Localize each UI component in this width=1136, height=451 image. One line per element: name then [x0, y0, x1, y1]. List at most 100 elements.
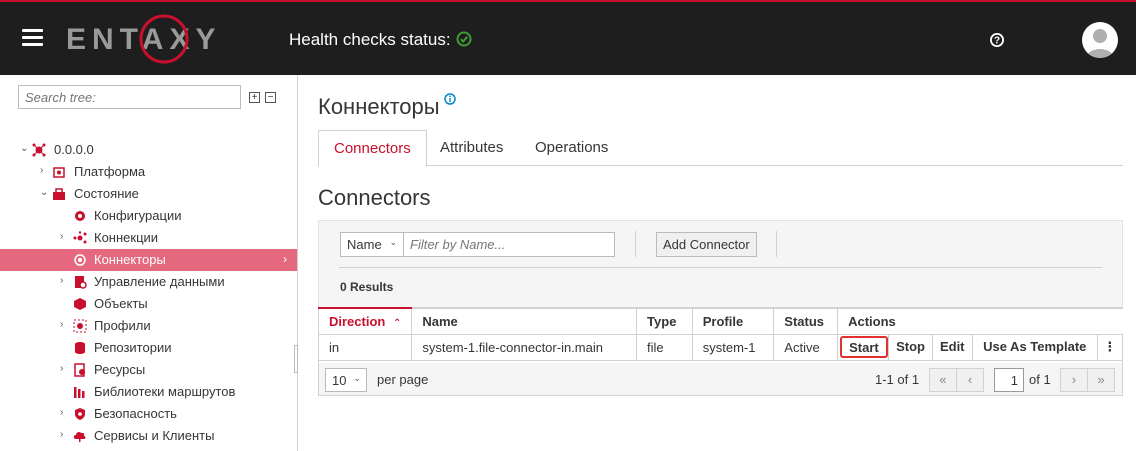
data-management-icon: [75, 276, 87, 289]
objects-icon: [74, 298, 86, 310]
toolbar-divider: [635, 231, 636, 257]
tree-item-platform[interactable]: › Платформа: [0, 161, 297, 183]
state-icon: [53, 188, 65, 200]
add-connector-button[interactable]: Add Connector: [656, 232, 757, 257]
row-kebab-menu[interactable]: ⋮: [1096, 333, 1124, 361]
tree-item-label: Ресурсы: [94, 362, 146, 377]
expand-all-button[interactable]: +: [249, 92, 260, 103]
tab-bar: Connectors Attributes Operations: [318, 130, 1123, 167]
last-page-button[interactable]: »: [1087, 368, 1115, 392]
chevron-right-icon[interactable]: ›: [60, 429, 70, 440]
chevron-down-icon: ⌄: [389, 237, 397, 247]
menu-toggle-button[interactable]: [22, 29, 43, 47]
cell-name: system-1.file-connector-in.main: [411, 333, 638, 361]
tree-item-route-libraries[interactable]: Библиотеки маршрутов: [0, 381, 297, 403]
connectors-icon: [74, 254, 86, 266]
kebab-icon: ⋮: [1103, 339, 1117, 354]
health-status-label: Health checks status:: [289, 30, 451, 49]
column-header-direction[interactable]: Direction ⌃: [317, 307, 413, 335]
column-header-status[interactable]: Status: [773, 307, 839, 335]
tree-item-label: Библиотеки маршрутов: [94, 384, 236, 399]
chevron-right-icon[interactable]: ›: [40, 165, 50, 176]
chevron-right-icon[interactable]: ›: [60, 275, 70, 286]
filter-field-select[interactable]: Name ⌄: [340, 232, 404, 257]
column-header-actions: Actions: [837, 307, 1123, 335]
tab-attributes[interactable]: Attributes: [425, 130, 518, 166]
chevron-right-icon[interactable]: ›: [60, 231, 70, 242]
filter-field-label: Name: [347, 237, 382, 252]
chevron-down-icon[interactable]: ⌄: [40, 187, 50, 198]
sidebar-resize-handle[interactable]: [294, 345, 298, 373]
search-tree-input[interactable]: [18, 85, 241, 109]
tree-item-security[interactable]: › Безопасность: [0, 403, 297, 425]
tree-item-profiles[interactable]: › Профили: [0, 315, 297, 337]
pagination-range: 1-1 of 1: [875, 372, 920, 387]
tree-item-label: Управление данными: [94, 274, 225, 289]
tree-item-configurations[interactable]: Конфигурации: [0, 205, 297, 227]
chevron-right-icon[interactable]: ›: [60, 407, 70, 418]
connections-icon: [73, 231, 87, 244]
collapse-all-button[interactable]: −: [265, 92, 276, 103]
cell-action-template: Use As Template: [971, 333, 1098, 361]
pagination-bar: 10 ⌄ per page 1-1 of 1 « ‹ 1 of 1 › »: [318, 363, 1123, 396]
chevron-down-icon: ⌄: [353, 373, 361, 383]
entaxy-logo[interactable]: ENTAXY: [66, 14, 226, 64]
cell-action-stop: Stop: [888, 333, 933, 361]
cell-status: Active: [773, 333, 839, 361]
profiles-icon: [73, 319, 87, 333]
check-circle-icon: [456, 31, 472, 47]
use-as-template-button[interactable]: Use As Template: [976, 336, 1093, 358]
shield-icon: [75, 408, 85, 420]
route-libraries-icon: [74, 387, 85, 398]
results-count: 0 Results: [340, 280, 394, 294]
filter-input[interactable]: [403, 232, 615, 257]
user-avatar[interactable]: [1082, 22, 1118, 58]
tree-item-services-clients[interactable]: › Сервисы и Клиенты: [0, 425, 297, 447]
tree-item-connectors[interactable]: Коннекторы ›: [0, 249, 297, 271]
start-button[interactable]: Start: [840, 336, 888, 358]
page-title: Коннекторы: [318, 94, 440, 119]
config-icon: [75, 211, 85, 221]
edit-button[interactable]: Edit: [933, 336, 972, 358]
tree-item-label: Объекты: [94, 296, 148, 311]
next-page-button[interactable]: ›: [1060, 368, 1088, 392]
chevron-right-icon: ›: [283, 252, 287, 266]
tree-item-label: Коннекции: [94, 230, 159, 245]
tree-item-state[interactable]: ⌄ Состояние: [0, 183, 297, 205]
section-title: Connectors: [318, 185, 431, 210]
help-icon[interactable]: ?: [989, 32, 1005, 48]
tree-item-data-management[interactable]: › Управление данными: [0, 271, 297, 293]
tree-item-resources[interactable]: › Ресурсы: [0, 359, 297, 381]
tree-item-root[interactable]: ⌄ 0.0.0.0: [0, 139, 297, 161]
tree-item-objects[interactable]: Объекты: [0, 293, 297, 315]
prev-page-button[interactable]: ‹: [956, 368, 984, 392]
tab-operations[interactable]: Operations: [520, 130, 623, 166]
tree-item-label: Коннекторы: [94, 252, 166, 267]
page-count-label: of 1: [1029, 372, 1051, 387]
column-header-type[interactable]: Type: [636, 307, 693, 335]
column-label: Direction: [329, 313, 386, 329]
per-page-value: 10: [332, 373, 347, 388]
first-page-button[interactable]: «: [929, 368, 957, 392]
cloud-icon: [73, 431, 86, 442]
chevron-down-icon[interactable]: ⌄: [20, 143, 30, 154]
page-number-input[interactable]: 1: [994, 368, 1024, 392]
cell-profile: system-1: [691, 333, 775, 361]
chevron-right-icon[interactable]: ›: [60, 319, 70, 330]
network-icon: [32, 143, 46, 157]
chevron-right-icon[interactable]: ›: [60, 363, 70, 374]
tab-connectors[interactable]: Connectors: [318, 130, 427, 167]
tree-item-label: Репозитории: [94, 340, 172, 355]
connectors-toolbar: Name ⌄ Add Connector 0 Results: [318, 220, 1123, 307]
column-header-profile[interactable]: Profile: [691, 307, 775, 335]
cell-direction: in: [317, 333, 413, 361]
tree-item-repositories[interactable]: Репозитории: [0, 337, 297, 359]
stop-button[interactable]: Stop: [889, 336, 932, 358]
info-icon[interactable]: [444, 93, 456, 105]
tree-item-label: Конфигурации: [94, 208, 182, 223]
toolbar-separator: [339, 267, 1102, 268]
column-header-name[interactable]: Name: [411, 307, 638, 335]
tree-item-connections[interactable]: › Коннекции: [0, 227, 297, 249]
cell-action-start: Start: [837, 333, 890, 361]
per-page-select[interactable]: 10 ⌄: [325, 368, 367, 392]
